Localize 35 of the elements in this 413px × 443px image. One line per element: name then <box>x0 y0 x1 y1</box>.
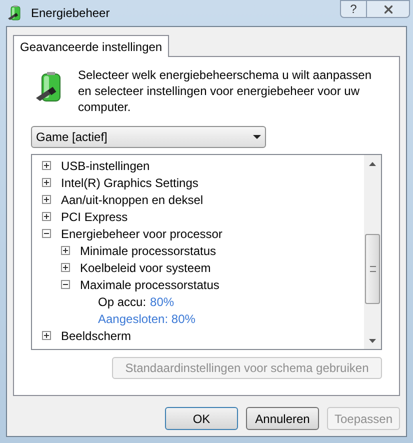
setting-label: Op accu: <box>98 294 146 310</box>
expand-icon[interactable] <box>42 331 51 340</box>
tree-item[interactable]: Intel(R) Graphics Settings <box>61 174 198 192</box>
expand-icon[interactable] <box>42 195 51 204</box>
setting-value[interactable]: 80% <box>150 292 174 310</box>
expand-icon[interactable] <box>42 178 51 187</box>
expand-icon[interactable] <box>42 212 51 221</box>
expand-icon[interactable] <box>42 161 51 170</box>
tree-item[interactable]: PCI Express <box>61 208 128 226</box>
scrollbar[interactable] <box>364 155 381 349</box>
collapse-icon[interactable] <box>42 229 51 238</box>
tree-item[interactable]: USB-instellingen <box>61 156 150 174</box>
dialog-button[interactable]: OK <box>165 407 238 430</box>
window-title: Energiebeheer <box>31 5 110 22</box>
tree-item[interactable]: Minimale processorstatus <box>80 242 216 260</box>
help-button[interactable]: ? <box>340 0 367 18</box>
plan-dropdown[interactable]: Game [actief] <box>31 126 266 148</box>
scroll-up-icon[interactable] <box>369 162 376 166</box>
close-button[interactable] <box>367 0 410 18</box>
tree-item[interactable]: Aan/uit-knoppen en deksel <box>61 190 204 208</box>
tree-item[interactable]: Maximale processorstatus <box>80 276 220 294</box>
dropdown-arrow-icon <box>253 135 261 139</box>
tree-item[interactable]: Energiebeheer voor processor <box>61 224 222 242</box>
expand-icon[interactable] <box>61 263 70 272</box>
expand-icon[interactable] <box>61 246 70 255</box>
tree-item[interactable]: Koelbeleid voor systeem <box>80 258 211 276</box>
battery-plug-icon <box>7 5 23 21</box>
close-icon <box>382 2 394 16</box>
dialog-button[interactable]: Annuleren <box>246 407 319 430</box>
collapse-icon[interactable] <box>61 280 70 289</box>
scroll-down-icon[interactable] <box>369 339 376 343</box>
tab[interactable]: Geavanceerde instellingen <box>13 35 170 57</box>
setting-value[interactable]: Aangesloten: 80% <box>98 310 196 328</box>
tree-item[interactable]: Beeldscherm <box>61 326 132 344</box>
intro-text: Selecteer welk energiebeheerschema u wilt aanpassen en selecteer instellingen voor energiebeheer voor uw computer. <box>78 67 373 115</box>
